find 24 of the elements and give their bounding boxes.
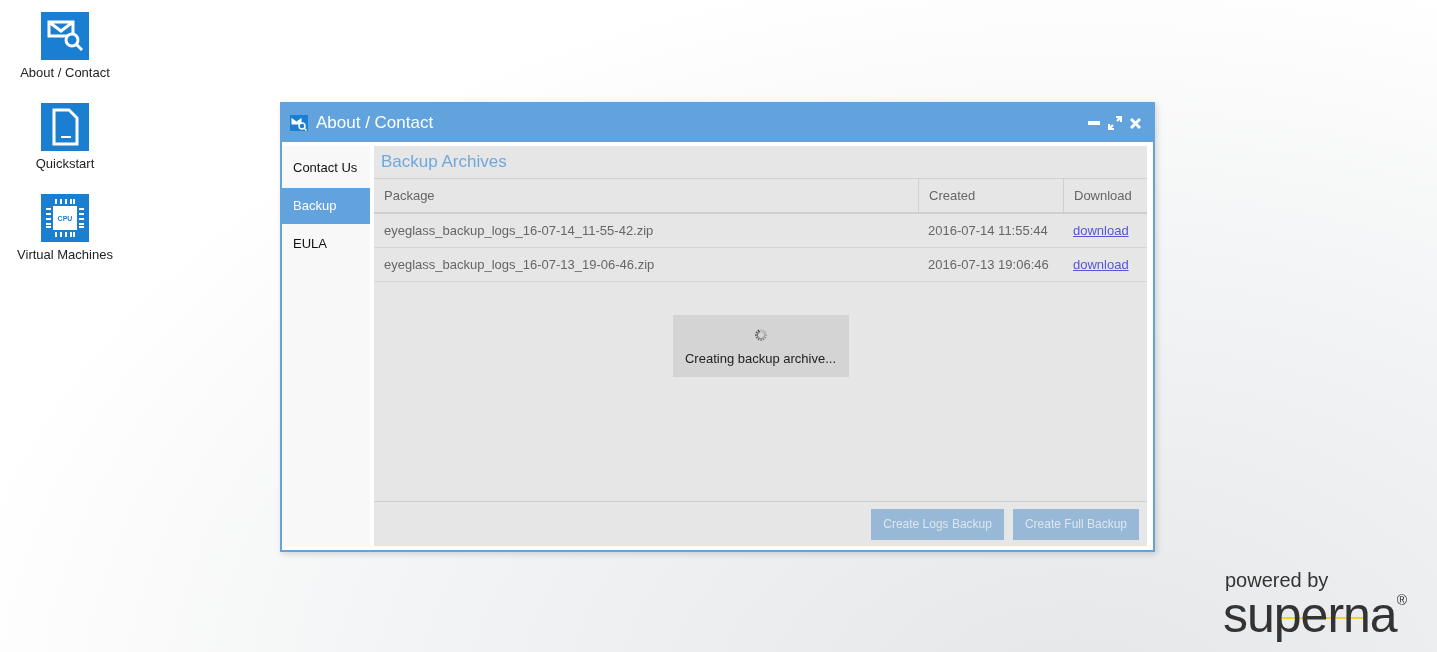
download-link[interactable]: download bbox=[1073, 248, 1129, 281]
column-header: Package bbox=[383, 187, 436, 205]
mail-search-icon bbox=[290, 115, 308, 131]
column-header: Download bbox=[1063, 179, 1147, 212]
nav-item[interactable]: Contact Us bbox=[282, 150, 370, 186]
desktop-icon-label[interactable]: Virtual Machines bbox=[13, 246, 117, 263]
window-title: About / Contact bbox=[316, 113, 435, 133]
registered-mark: ® bbox=[1396, 592, 1407, 608]
table-cell-text: 2016-07-13 19:06:46 bbox=[927, 256, 1050, 274]
mail-search-icon bbox=[41, 12, 89, 60]
desktop-icon-label[interactable]: About / Contact bbox=[13, 64, 117, 81]
table-cell-text: 2016-07-14 11:55:44 bbox=[927, 222, 1049, 240]
table-cell-text: eyeglass_backup_logs_16-07-13_19-06-46.zip bbox=[383, 256, 656, 274]
spinner-icon bbox=[752, 326, 769, 343]
column-header: Created bbox=[918, 179, 1063, 212]
document-icon bbox=[41, 103, 89, 151]
desktop-icon-label[interactable]: Quickstart bbox=[13, 155, 117, 172]
nav-item[interactable]: EULA bbox=[282, 226, 370, 262]
close-icon[interactable] bbox=[1130, 117, 1141, 129]
panel-title: Backup Archives bbox=[374, 146, 1147, 179]
table-cell-text: eyeglass_backup_logs_16-07-14_11-55-42.zip bbox=[383, 222, 655, 240]
loading-text: Creating backup archive... bbox=[685, 350, 836, 366]
maximize-icon[interactable] bbox=[1108, 116, 1122, 130]
download-link[interactable]: download bbox=[1073, 214, 1129, 247]
